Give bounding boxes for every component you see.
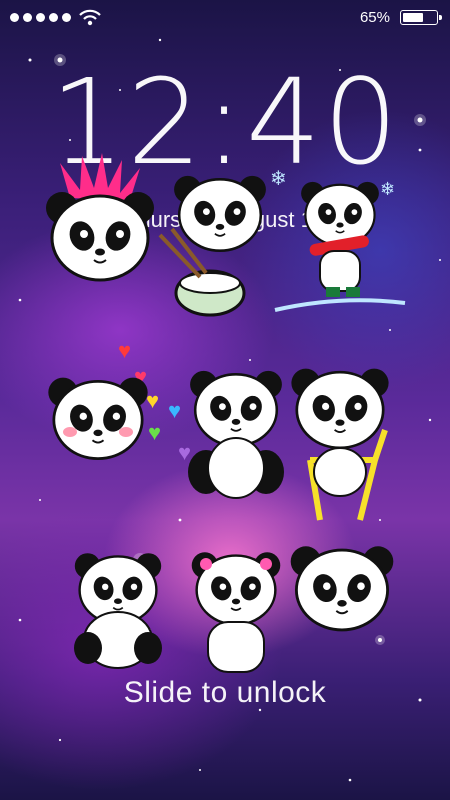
svg-text:♥: ♥	[146, 388, 159, 413]
svg-text:❄: ❄	[270, 168, 287, 190]
rice-panda-sticker	[158, 174, 268, 317]
svg-text:♥: ♥	[178, 440, 191, 465]
face-panda-sticker	[289, 544, 395, 632]
chair-panda-sticker	[290, 367, 390, 521]
svg-text:♥: ♥	[118, 338, 131, 363]
skating-panda-sticker: ❄ ❄	[270, 168, 406, 312]
sitting-panda-sticker	[73, 552, 163, 669]
slide-to-unlock[interactable]: Slide to unlock	[0, 676, 450, 710]
svg-text:♥: ♥	[168, 398, 181, 423]
svg-text:♥: ♥	[148, 420, 161, 445]
pink-panda-sticker	[190, 551, 282, 673]
round-panda-sticker	[46, 376, 150, 461]
laughing-panda-sticker	[188, 369, 284, 499]
svg-text:❄: ❄	[380, 179, 395, 199]
punk-panda-sticker	[44, 153, 156, 282]
